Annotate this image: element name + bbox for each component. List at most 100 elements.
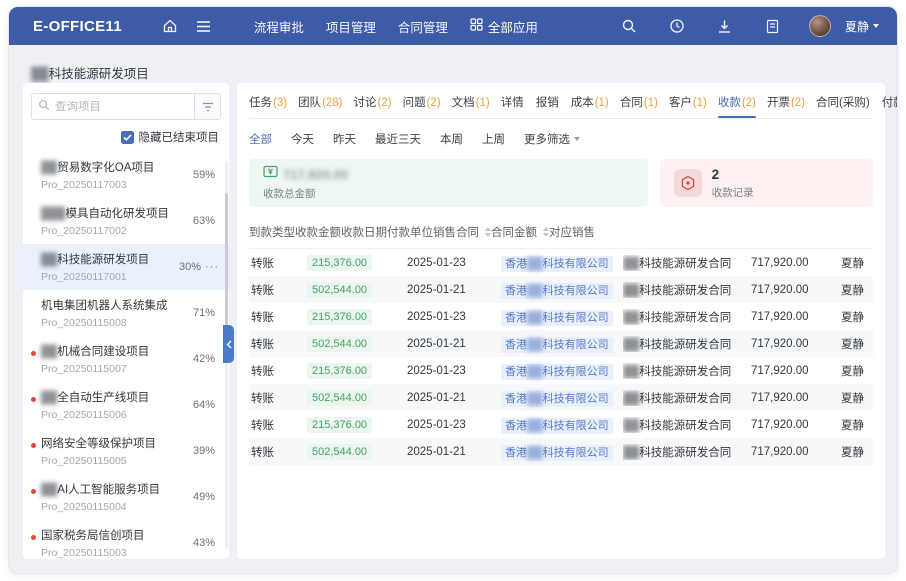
scrollbar-thumb[interactable] [225, 193, 228, 343]
tab[interactable]: 报销 [536, 94, 560, 118]
column-header[interactable]: 对应销售 [549, 224, 595, 240]
total-amount-label: 收款总金额 [263, 186, 348, 201]
tab[interactable]: 开票(2) [767, 94, 805, 118]
sales-contract: ██科技能源研发合同 [623, 336, 751, 352]
project-sidebar: 隐藏已结束项目 ██贸易数字化OA项目 Pro_20250117003 59% … [23, 83, 229, 559]
tab[interactable]: 文档(1) [452, 94, 490, 118]
table-row[interactable]: 转账 502,544.00 2025-01-21 香港██科技有限公司 ██科技… [249, 438, 873, 465]
project-list-item[interactable]: 国家税务局信创项目 Pro_20250115003 43% [23, 520, 229, 559]
nav-menu-item[interactable]: 项目管理 [326, 17, 376, 36]
date-filter-item[interactable]: 全部 [249, 131, 272, 147]
tab[interactable]: 任务(3) [249, 94, 287, 118]
amount-chip[interactable]: 502,544.00 [307, 282, 372, 298]
amount-chip[interactable]: 215,376.00 [307, 363, 372, 379]
table-row[interactable]: 转账 215,376.00 2025-01-23 香港██科技有限公司 ██科技… [249, 303, 873, 330]
project-list-item[interactable]: ███模具自动化研发项目 Pro_20250117002 63% [23, 198, 229, 244]
document-icon[interactable] [761, 14, 785, 38]
project-name: 国家税务局信创项目 [41, 527, 217, 543]
project-progress: 42% [193, 353, 215, 365]
sidebar-collapse-handle[interactable] [223, 325, 234, 363]
amount-chip[interactable]: 215,376.00 [307, 255, 372, 271]
payer-link[interactable]: 香港██科技有限公司 [501, 256, 613, 272]
date-filter-item[interactable]: 昨天 [333, 131, 356, 147]
nav-menu-item[interactable]: 合同管理 [398, 17, 448, 36]
tab[interactable]: 付款 [882, 94, 898, 118]
filter-icon-button[interactable] [194, 94, 220, 119]
tab[interactable]: 详情 [501, 94, 525, 118]
all-apps-button[interactable]: 全部应用 [470, 17, 538, 36]
chevron-down-icon [873, 24, 879, 28]
payer-link[interactable]: 香港██科技有限公司 [501, 391, 613, 407]
table-row[interactable]: 转账 215,376.00 2025-01-23 香港██科技有限公司 ██科技… [249, 411, 873, 438]
search-icon[interactable] [617, 14, 641, 38]
column-header[interactable]: 付款单位 [387, 224, 433, 240]
date-filter-item[interactable]: 上周 [482, 131, 505, 147]
download-icon[interactable] [713, 14, 737, 38]
column-header[interactable]: 收款金额 [295, 224, 341, 240]
alert-dot-icon [31, 535, 36, 540]
tab[interactable]: 团队(28) [298, 94, 342, 118]
payer-link[interactable]: 香港██科技有限公司 [501, 337, 613, 353]
payer-link[interactable]: 香港██科技有限公司 [501, 283, 613, 299]
search-input[interactable] [55, 101, 188, 113]
column-header[interactable]: 收款日期 [341, 224, 387, 240]
table-row[interactable]: 转账 502,544.00 2025-01-21 香港██科技有限公司 ██科技… [249, 330, 873, 357]
amount-chip[interactable]: 215,376.00 [307, 309, 372, 325]
table-row[interactable]: 转账 215,376.00 2025-01-23 香港██科技有限公司 ██科技… [249, 357, 873, 384]
main-menu: 流程审批 项目管理 合同管理 [254, 17, 448, 36]
project-list-item[interactable]: 机电集团机器人系统集成 Pro_20250115008 71% [23, 290, 229, 336]
nav-menu-item[interactable]: 流程审批 [254, 17, 304, 36]
sales-contract: ██科技能源研发合同 [623, 444, 751, 460]
sales-person: 夏静 [841, 309, 873, 325]
user-menu[interactable]: 夏静 [845, 18, 879, 35]
project-list-item[interactable]: ██科技能源研发项目 Pro_20250117001 30% ··· [23, 244, 229, 290]
project-list-item[interactable]: ██贸易数字化OA项目 Pro_20250117003 59% [23, 152, 229, 198]
table-row[interactable]: 转账 502,544.00 2025-01-21 香港██科技有限公司 ██科技… [249, 276, 873, 303]
table-row[interactable]: 转账 502,544.00 2025-01-21 香港██科技有限公司 ██科技… [249, 384, 873, 411]
checkbox-checked-icon[interactable] [121, 131, 134, 144]
tab[interactable]: 合同(1) [620, 94, 658, 118]
user-avatar[interactable] [809, 15, 831, 37]
payer-link[interactable]: 香港██科技有限公司 [501, 445, 613, 461]
money-card-icon [263, 165, 278, 183]
project-name: 网络安全等级保护项目 [41, 435, 217, 451]
tab[interactable]: 合同(采购) [816, 94, 871, 118]
project-code: Pro_20250115005 [41, 455, 217, 467]
contract-amount: 717,920.00 [751, 365, 841, 377]
more-filters-button[interactable]: 更多筛选 [524, 131, 580, 147]
payer-link[interactable]: 香港██科技有限公司 [501, 310, 613, 326]
table-row[interactable]: 转账 215,376.00 2025-01-23 香港██科技有限公司 ██科技… [249, 249, 873, 276]
record-badge-icon [674, 169, 702, 197]
clock-icon[interactable] [665, 14, 689, 38]
project-list-item[interactable]: ██机械合同建设项目 Pro_20250115007 42% [23, 336, 229, 382]
project-list-item[interactable]: ██全自动生产线项目 Pro_20250115006 64% [23, 382, 229, 428]
home-icon[interactable] [158, 14, 182, 38]
tab[interactable]: 收款(2) [718, 94, 756, 118]
payment-type: 转账 [249, 444, 307, 460]
more-actions-icon[interactable]: ··· [205, 261, 219, 273]
column-header[interactable]: 到款类型 [249, 224, 295, 240]
payer-link[interactable]: 香港██科技有限公司 [501, 364, 613, 380]
project-progress: 71% [193, 307, 215, 319]
payment-date: 2025-01-23 [407, 311, 501, 323]
project-progress: 59% [193, 169, 215, 181]
column-header[interactable]: 合同金额 [491, 224, 549, 240]
project-list-item[interactable]: ██AI人工智能服务项目 Pro_20250115004 49% [23, 474, 229, 520]
amount-chip[interactable]: 502,544.00 [307, 390, 372, 406]
tab[interactable]: 讨论(2) [354, 94, 392, 118]
amount-chip[interactable]: 502,544.00 [307, 336, 372, 352]
search-field[interactable] [32, 94, 194, 119]
tab[interactable]: 问题(2) [403, 94, 441, 118]
tab[interactable]: 成本(1) [571, 94, 609, 118]
project-list-item[interactable]: 网络安全等级保护项目 Pro_20250115005 39% [23, 428, 229, 474]
date-filter-item[interactable]: 最近三天 [375, 131, 421, 147]
amount-chip[interactable]: 215,376.00 [307, 417, 372, 433]
column-header[interactable]: 销售合同 [433, 224, 491, 240]
date-filter-item[interactable]: 本周 [440, 131, 463, 147]
date-filter-item[interactable]: 今天 [291, 131, 314, 147]
amount-chip[interactable]: 502,544.00 [307, 444, 372, 460]
menu-hamburger-icon[interactable] [192, 14, 216, 38]
hide-finished-toggle[interactable]: 隐藏已结束项目 [23, 129, 219, 145]
tab[interactable]: 客户(1) [669, 94, 707, 118]
payer-link[interactable]: 香港██科技有限公司 [501, 418, 613, 434]
